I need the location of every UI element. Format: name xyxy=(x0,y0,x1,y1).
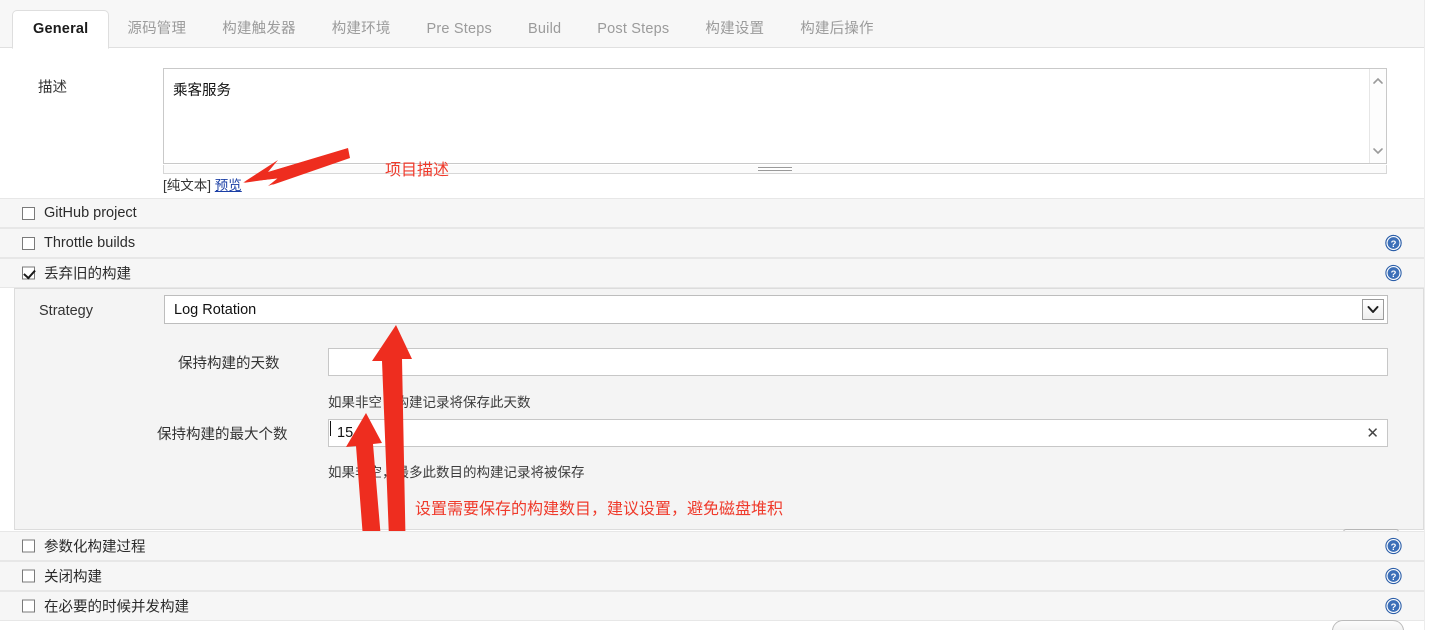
help-icon-disable-build[interactable]: ? xyxy=(1385,567,1402,585)
checkbox-label: GitHub project xyxy=(44,205,137,221)
checkbox-line[interactable]: 在必要的时候并发构建 xyxy=(22,596,189,617)
text-caret xyxy=(330,421,331,436)
description-label: 描述 xyxy=(38,80,67,96)
field-label-max-builds-to-keep: 保持构建的最大个数 xyxy=(157,427,288,443)
right-gutter xyxy=(1424,0,1443,630)
description-textarea[interactable]: 乘客服务 xyxy=(163,68,1387,164)
strategy-select[interactable]: Log Rotation xyxy=(164,295,1388,324)
textarea-resize-handle[interactable] xyxy=(163,165,1387,174)
input-days-to-keep[interactable] xyxy=(328,348,1388,376)
checkbox-discard-old-builds[interactable] xyxy=(22,266,35,280)
chevron-down-icon[interactable] xyxy=(1362,299,1384,320)
checkbox-github-project[interactable] xyxy=(22,206,35,220)
tab-6[interactable]: Post Steps xyxy=(579,10,687,48)
help-icon-strategy[interactable]: ? xyxy=(1385,234,1402,252)
preview-link[interactable]: 预览 xyxy=(215,178,242,193)
tab-1[interactable]: 源码管理 xyxy=(109,10,204,48)
svg-text:?: ? xyxy=(1391,269,1397,280)
checkbox-row-disable-build: 关闭构建 ? xyxy=(0,561,1424,591)
tab-list: General 源码管理 构建触发器 构建环境 Pre Steps Build Post S… xyxy=(12,10,892,49)
input-max-builds-to-keep[interactable]: 15 ✕ xyxy=(328,419,1388,447)
checkbox-label: 在必要的时候并发构建 xyxy=(44,599,189,616)
tab-8[interactable]: 构建后操作 xyxy=(782,10,892,48)
tab-4[interactable]: Pre Steps xyxy=(409,10,510,48)
checkbox-line[interactable]: GitHub project xyxy=(22,205,137,221)
bottom-action-button[interactable] xyxy=(1332,620,1404,630)
field-row-days-to-keep: 保持构建的天数 xyxy=(164,348,1388,376)
input-max-builds-to-keep-value: 15 xyxy=(337,425,354,441)
chevron-up-icon[interactable] xyxy=(1373,76,1384,87)
checkbox-concurrent-build[interactable] xyxy=(22,599,35,613)
svg-text:?: ? xyxy=(1391,239,1397,250)
checkbox-disable-build[interactable] xyxy=(22,569,35,583)
checkbox-row-github-project: GitHub project xyxy=(0,198,1424,228)
config-tab-bar: General 源码管理 构建触发器 构建环境 Pre Steps Build Post S… xyxy=(0,0,1424,49)
checkbox-line[interactable]: 丢弃旧的构建 xyxy=(22,263,131,284)
checkbox-line[interactable]: Throttle builds xyxy=(22,235,135,251)
checkbox-label: 丢弃旧的构建 xyxy=(44,266,131,283)
annotation-build-count-advice: 设置需要保存的构建数目，建议设置，避免磁盘堆积 xyxy=(415,501,784,518)
strategy-label: Strategy xyxy=(39,303,93,319)
checkbox-row-throttle-builds: Throttle builds ? xyxy=(0,228,1424,258)
log-rotation-strategy-panel: Strategy Log Rotation 保持构建的天数 如果非空，构建记录将… xyxy=(14,288,1424,554)
checkbox-row-parameterized-build: 参数化构建过程 ? xyxy=(0,531,1424,561)
tab-7[interactable]: 构建设置 xyxy=(687,10,782,48)
tab-2[interactable]: 构建触发器 xyxy=(204,10,314,48)
annotation-project-description: 项目描述 xyxy=(385,162,450,179)
field-row-max-builds-to-keep: 保持构建的最大个数 15 ✕ xyxy=(157,419,1388,447)
svg-text:?: ? xyxy=(1391,572,1397,583)
help-icon-discard-old-builds[interactable]: ? xyxy=(1385,264,1402,282)
svg-text:?: ? xyxy=(1391,542,1397,553)
config-content-panel: 描述 乘客服务 [纯文本] 预览 项目描述 GitHub project Thr… xyxy=(0,48,1424,630)
clear-x-icon[interactable]: ✕ xyxy=(1366,424,1379,443)
help-icon-parameterized-build[interactable]: ? xyxy=(1385,537,1402,555)
chevron-down-icon[interactable] xyxy=(1373,145,1384,156)
tab-0[interactable]: General xyxy=(12,10,110,49)
description-textarea-value: 乘客服务 xyxy=(173,83,231,99)
tab-3[interactable]: 构建环境 xyxy=(314,10,409,48)
hint-days-to-keep: 如果非空，构建记录将保存此天数 xyxy=(328,395,531,410)
checkbox-parameterized-build[interactable] xyxy=(22,539,35,553)
resize-grip-icon xyxy=(758,167,792,171)
description-scrollbar[interactable] xyxy=(1369,69,1386,163)
checkbox-line[interactable]: 关闭构建 xyxy=(22,566,102,587)
checkbox-label: 关闭构建 xyxy=(44,569,102,586)
checkbox-row-discard-old-builds: 丢弃旧的构建 ? xyxy=(0,258,1424,288)
field-label-days-to-keep: 保持构建的天数 xyxy=(178,356,280,372)
jenkins-job-config-page: General 源码管理 构建触发器 构建环境 Pre Steps Build Post S… xyxy=(0,0,1443,630)
description-links: [纯文本] 预览 xyxy=(163,174,242,194)
checkbox-label: Throttle builds xyxy=(44,235,136,251)
description-block: 描述 乘客服务 [纯文本] 预览 项目描述 xyxy=(0,48,1424,196)
checkbox-throttle-builds[interactable] xyxy=(22,236,35,250)
svg-text:?: ? xyxy=(1391,602,1397,613)
plain-text-label: [纯文本] xyxy=(163,178,212,193)
tab-5[interactable]: Build xyxy=(510,10,579,48)
hint-max-builds-to-keep: 如果非空，最多此数目的构建记录将被保存 xyxy=(328,465,585,480)
checkbox-line[interactable]: 参数化构建过程 xyxy=(22,536,146,557)
strategy-select-value: Log Rotation xyxy=(174,301,257,318)
checkbox-label: 参数化构建过程 xyxy=(44,539,146,556)
checkbox-row-concurrent-build: 在必要的时候并发构建 ? xyxy=(0,591,1424,621)
help-icon-concurrent-build[interactable]: ? xyxy=(1385,597,1402,615)
